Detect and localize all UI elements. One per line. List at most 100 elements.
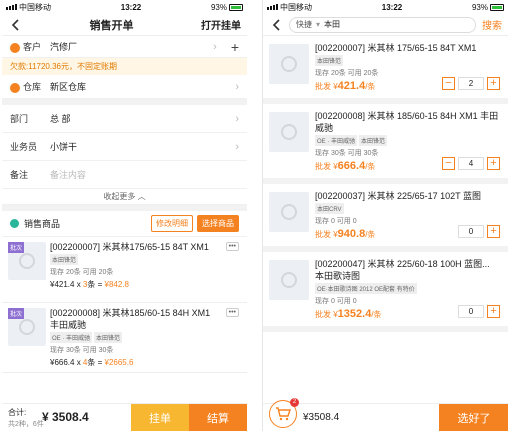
customer-value: 汽修厂 (50, 42, 78, 52)
search-prefix[interactable]: 快捷 (296, 19, 312, 30)
quantity-input[interactable]: 4 (458, 157, 484, 170)
list-item[interactable]: [002200007] 米其林 175/65-15 84T XM1 本田锋范 现… (263, 36, 508, 104)
price-label: 批发 ¥ (315, 230, 338, 239)
cart-button[interactable]: 2 (269, 397, 299, 428)
minus-button[interactable]: − (442, 77, 455, 90)
salesman-label: 业务员 (10, 142, 38, 152)
battery-label: 93% (471, 2, 488, 12)
plus-button[interactable]: + (487, 225, 500, 238)
product-image (269, 44, 309, 84)
list-item[interactable]: [002200047] 米其林 225/60-18 100H 蓝图... 本田歌… (263, 252, 508, 332)
list-item[interactable]: 批次 [002200007] 米其林175/65-15 84T XM1 本田锋范… (2, 237, 247, 303)
list-item[interactable]: [002200008] 米其林 185/60-15 84H XM1 丰田威驰 O… (263, 104, 508, 184)
product-badge: OE · 丰田威驰 (50, 332, 93, 343)
settle-button[interactable]: 结算 (189, 404, 247, 431)
price-label: 批发 ¥ (315, 310, 338, 319)
search-value: 本田 (324, 20, 341, 29)
stock-info: 现存 30条 可用 30条 (50, 347, 114, 354)
product-name: [002200007] 米其林175/65-15 84T XM1 (50, 242, 209, 252)
salesman-value: 小饼干 (50, 142, 78, 152)
batch-tag: 批次 (8, 308, 25, 319)
list-item[interactable]: [002200037] 米其林 225/65-17 102T 蓝图 本田CRV … (263, 184, 508, 252)
warehouse-label: 仓库 (23, 82, 42, 92)
remark-label: 备注 (10, 170, 29, 180)
remark-row: 备注 备注内容 (2, 161, 247, 189)
department-label: 部门 (10, 114, 29, 124)
add-customer-icon[interactable]: + (231, 39, 239, 55)
sales-order-screen: 中国移动 13:22 93% 销售开单 打开挂单 客户 汽修厂 › + 欠款:1… (2, 0, 247, 431)
unit-price: ¥666.4 (50, 358, 75, 367)
product-image (269, 112, 309, 152)
customer-icon (10, 42, 20, 53)
stock-info: 现存 20条 可用 20条 (50, 269, 114, 276)
status-bar: 中国移动 13:22 93% (2, 0, 247, 14)
quantity-input[interactable]: 2 (458, 77, 484, 90)
price-value: 940.8 (337, 228, 366, 240)
product-badge: 本田锋范 (359, 135, 388, 146)
price-label: 批发 ¥ (315, 82, 338, 91)
plus-button[interactable]: + (487, 305, 500, 318)
price-value: 666.4 (337, 160, 366, 172)
plus-button[interactable]: + (487, 77, 500, 90)
warehouse-row[interactable]: 仓库 新区仓库 › (2, 75, 247, 99)
open-hang-button[interactable]: 打开挂单 (201, 17, 241, 32)
product-badge: 本田锋范 (315, 55, 344, 66)
product-name: [002200047] 米其林 225/60-18 100H 蓝图... 本田歌… (315, 259, 490, 281)
back-icon[interactable] (8, 18, 22, 32)
batch-tag: 批次 (8, 242, 25, 253)
chevron-right-icon: › (235, 112, 239, 125)
done-button[interactable]: 选好了 (439, 403, 508, 431)
battery-icon (489, 3, 504, 11)
quantity-stepper: − 4 + (442, 157, 500, 170)
minus-button[interactable]: − (442, 157, 455, 170)
clock: 13:22 (120, 2, 142, 12)
quantity-stepper: − 2 + (442, 77, 500, 90)
warehouse-icon (10, 82, 20, 93)
unit: 条 (87, 358, 96, 367)
section-title: 销售商品 (24, 219, 61, 229)
price-value: 1352.4 (337, 308, 372, 320)
signal-icon (267, 3, 278, 10)
plus-button[interactable]: + (487, 157, 500, 170)
chevron-up-icon: ︿ (137, 192, 146, 201)
total-label: 合计: (8, 408, 27, 417)
search-input[interactable]: 快捷 ▾ 本田 (289, 16, 476, 33)
list-item[interactable]: 批次 [002200008] 米其林185/60-15 84H XM1 丰田威驰… (2, 303, 247, 373)
line-total: ¥842.8 (104, 280, 129, 289)
sales-goods-header: 销售商品 修改明细 选择商品 (2, 211, 247, 237)
price-line: ¥666.4 x 4条 = ¥2665.6 (50, 358, 134, 367)
bottom-bar: 2 ¥3508.4 选好了 (263, 397, 508, 431)
price-label: 批发 ¥ (315, 162, 338, 171)
product-image (269, 260, 309, 300)
carrier-label: 中国移动 (280, 2, 312, 12)
product-badge: OE·本田歌诗图 2012 OE配套 有特价 (315, 283, 417, 294)
search-button[interactable]: 搜索 (482, 17, 502, 32)
select-goods-button[interactable]: 选择商品 (197, 215, 239, 232)
quantity-input[interactable]: 0 (458, 305, 484, 318)
customer-label: 客户 (23, 42, 42, 52)
product-badge: 本田CRV (315, 203, 344, 214)
salesman-row[interactable]: 业务员 小饼干 › (2, 133, 247, 161)
collapse-toggle[interactable]: 收起更多 ︿ (2, 189, 247, 205)
quantity-input[interactable]: 0 (458, 225, 484, 238)
customer-row[interactable]: 客户 汽修厂 › + (2, 36, 247, 58)
more-options-icon[interactable]: ••• (225, 308, 239, 317)
carrier-label: 中国移动 (19, 2, 51, 12)
line-total: ¥2665.6 (104, 358, 134, 367)
remark-input[interactable]: 备注内容 (50, 168, 239, 181)
more-options-icon[interactable]: ••• (225, 242, 239, 251)
price-unit: /条 (365, 162, 376, 171)
edit-details-button[interactable]: 修改明细 (151, 215, 193, 232)
hang-order-button[interactable]: 挂单 (131, 404, 189, 431)
department-value: 总 部 (50, 114, 71, 124)
status-bar: 中国移动 13:22 93% (263, 0, 508, 14)
chevron-down-icon: ▾ (316, 20, 321, 29)
price-unit: /条 (365, 82, 376, 91)
department-row[interactable]: 部门 总 部 › (2, 105, 247, 133)
cart-icon (276, 406, 291, 420)
chevron-right-icon: › (235, 140, 239, 153)
product-badge: 本田锋范 (50, 254, 79, 265)
quantity-stepper: 0 + (455, 225, 500, 238)
battery-label: 93% (210, 2, 227, 12)
back-icon[interactable] (269, 18, 283, 32)
